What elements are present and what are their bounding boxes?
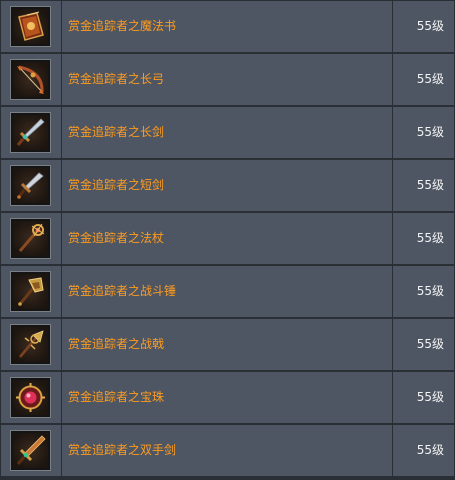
item-table: 赏金追踪者之魔法书 55级 赏金追踪者之长弓 55级 赏金追踪者之长剑 55级 … (0, 0, 455, 480)
name-cell: 赏金追踪者之魔法书 (62, 1, 392, 52)
icon-cell (1, 160, 61, 211)
name-cell: 赏金追踪者之战戟 (62, 319, 392, 370)
icon-cell (1, 1, 61, 52)
item-level: 55级 (416, 125, 444, 139)
level-cell: 55级 (393, 372, 454, 423)
item-level: 55级 (416, 337, 444, 351)
item-name-link[interactable]: 赏金追踪者之法杖 (68, 213, 164, 264)
warhammer-icon[interactable] (11, 272, 50, 311)
level-cell: 55级 (393, 1, 454, 52)
item-name-link[interactable]: 赏金追踪者之战斗锤 (68, 266, 176, 317)
name-cell: 赏金追踪者之法杖 (62, 213, 392, 264)
table-row: 赏金追踪者之魔法书 55级 (0, 0, 455, 53)
name-cell: 赏金追踪者之宝珠 (62, 372, 392, 423)
table-row: 赏金追踪者之法杖 55级 (0, 212, 455, 265)
table-row: 赏金追踪者之长弓 55级 (0, 53, 455, 106)
level-cell: 55级 (393, 213, 454, 264)
icon-cell (1, 319, 61, 370)
item-name-link[interactable]: 赏金追踪者之战戟 (68, 319, 164, 370)
item-name-link[interactable]: 赏金追踪者之宝珠 (68, 372, 164, 423)
item-name-link[interactable]: 赏金追踪者之长剑 (68, 107, 164, 158)
level-cell: 55级 (393, 54, 454, 105)
item-level: 55级 (416, 390, 444, 404)
level-cell: 55级 (393, 160, 454, 211)
table-row: 赏金追踪者之战斗锤 55级 (0, 265, 455, 318)
table-row: 赏金追踪者之宝珠 55级 (0, 371, 455, 424)
table-row: 赏金追踪者之长剑 55级 (0, 106, 455, 159)
item-level: 55级 (416, 284, 444, 298)
item-level: 55级 (416, 72, 444, 86)
halberd-icon[interactable] (11, 325, 50, 364)
icon-cell (1, 372, 61, 423)
item-name-link[interactable]: 赏金追踪者之长弓 (68, 54, 164, 105)
name-cell: 赏金追踪者之双手剑 (62, 425, 392, 476)
orb-icon[interactable] (11, 378, 50, 417)
item-level: 55级 (416, 443, 444, 457)
greatsword-icon[interactable] (11, 431, 50, 470)
level-cell: 55级 (393, 266, 454, 317)
shortsword-icon[interactable] (11, 166, 50, 205)
level-cell: 55级 (393, 425, 454, 476)
item-name-link[interactable]: 赏金追踪者之短剑 (68, 160, 164, 211)
longsword-icon[interactable] (11, 113, 50, 152)
staff-icon[interactable] (11, 219, 50, 258)
spellbook-icon[interactable] (11, 7, 50, 46)
icon-cell (1, 266, 61, 317)
item-level: 55级 (416, 178, 444, 192)
icon-cell (1, 54, 61, 105)
name-cell: 赏金追踪者之长剑 (62, 107, 392, 158)
icon-cell (1, 213, 61, 264)
item-name-link[interactable]: 赏金追踪者之双手剑 (68, 425, 176, 476)
table-row: 赏金追踪者之战戟 55级 (0, 318, 455, 371)
table-row: 赏金追踪者之双手剑 55级 (0, 424, 455, 477)
name-cell: 赏金追踪者之长弓 (62, 54, 392, 105)
table-row: 赏金追踪者之短剑 55级 (0, 159, 455, 212)
icon-cell (1, 425, 61, 476)
icon-cell (1, 107, 61, 158)
level-cell: 55级 (393, 319, 454, 370)
name-cell: 赏金追踪者之短剑 (62, 160, 392, 211)
name-cell: 赏金追踪者之战斗锤 (62, 266, 392, 317)
item-level: 55级 (416, 231, 444, 245)
level-cell: 55级 (393, 107, 454, 158)
longbow-icon[interactable] (11, 60, 50, 99)
item-level: 55级 (416, 19, 444, 33)
item-name-link[interactable]: 赏金追踪者之魔法书 (68, 1, 176, 52)
